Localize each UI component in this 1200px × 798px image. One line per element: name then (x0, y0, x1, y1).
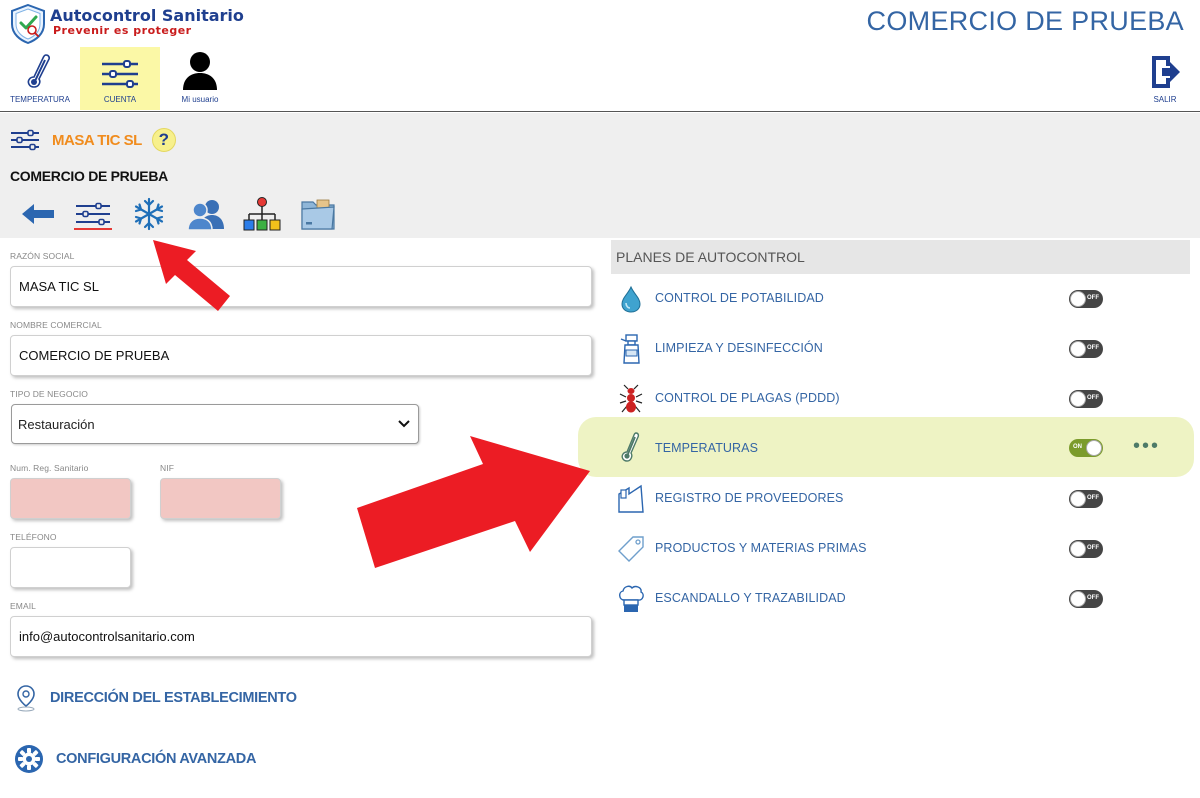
nif-label: NIF (160, 463, 174, 473)
plan-label: PRODUCTOS Y MATERIAS PRIMAS (655, 541, 867, 555)
plan-row-productos[interactable]: PRODUCTOS Y MATERIAS PRIMAS OFF (611, 524, 1190, 574)
thermometer-icon (615, 431, 647, 463)
gear-icon (15, 745, 43, 773)
account-band (0, 113, 1200, 238)
users-icon (187, 200, 224, 230)
chef-hat-icon (615, 583, 647, 615)
razon-social-label: RAZÓN SOCIAL (10, 251, 75, 261)
tipo-negocio-label: TIPO DE NEGOCIO (10, 389, 89, 399)
direccion-link[interactable]: DIRECCIÓN DEL ESTABLECIMIENTO (14, 684, 297, 712)
plan-label: ESCANDALLO Y TRAZABILIDAD (655, 591, 846, 605)
num-reg-sanitario-input[interactable] (10, 478, 131, 519)
nav-salir-button[interactable]: SALIR (1140, 47, 1190, 110)
back-arrow-icon (22, 204, 54, 224)
sliders-icon (102, 60, 138, 88)
general-settings-tab[interactable] (74, 196, 112, 232)
plan-row-proveedores[interactable]: REGISTRO DE PROVEEDORES OFF (611, 474, 1190, 524)
company-name: MASA TIC SL (52, 131, 142, 149)
ant-icon (615, 383, 647, 415)
snowflake-icon (134, 197, 164, 231)
plan-row-potabilidad[interactable]: CONTROL DE POTABILIDAD OFF (611, 274, 1190, 324)
nav-salir-label: SALIR (1153, 95, 1177, 104)
razon-social-input[interactable]: MASA TIC SL (10, 266, 592, 307)
chevron-down-icon (398, 420, 410, 428)
location-pin-icon (17, 685, 35, 712)
plan-label: CONTROL DE POTABILIDAD (655, 291, 824, 305)
plan-row-temperaturas[interactable]: TEMPERATURAS ON ••• (578, 417, 1194, 477)
configuracion-avanzada-link[interactable]: CONFIGURACIÓN AVANZADA (14, 744, 256, 774)
sliders-icon (76, 202, 110, 226)
telefono-label: TELÉFONO (10, 532, 57, 542)
help-button[interactable]: ? (151, 128, 176, 152)
plan-label: REGISTRO DE PROVEEDORES (655, 491, 844, 505)
thermometer-icon (27, 54, 50, 88)
plan-options-button[interactable]: ••• (1133, 436, 1160, 456)
factory-icon (615, 483, 647, 515)
shield-logo-icon (11, 4, 45, 44)
spray-bottle-icon (615, 333, 647, 365)
plan-label: TEMPERATURAS (655, 441, 759, 455)
num-reg-sanitario-label: Num. Reg. Sanitario (10, 463, 89, 473)
plan-toggle-off[interactable]: OFF (1069, 490, 1103, 508)
documents-tab[interactable] (298, 196, 338, 232)
plan-row-escandallo[interactable]: ESCANDALLO Y TRAZABILIDAD OFF (611, 574, 1190, 624)
nif-input[interactable] (160, 478, 281, 519)
planes-header: PLANES DE AUTOCONTROL (611, 240, 1190, 274)
direccion-link-label: DIRECCIÓN DEL ESTABLECIMIENTO (50, 690, 297, 706)
plan-toggle-off[interactable]: OFF (1069, 590, 1103, 608)
nav-cuenta-button[interactable]: CUENTA (80, 47, 160, 110)
tipo-negocio-value: Restauración (18, 416, 95, 432)
business-name: COMERCIO DE PRUEBA (10, 168, 168, 184)
tag-icon (615, 533, 647, 565)
user-icon (183, 52, 217, 90)
email-input[interactable]: info@autocontrolsanitario.com (10, 616, 592, 657)
account-breadcrumb: MASA TIC SL ? (10, 128, 176, 152)
brand-name: Autocontrol Sanitario (50, 6, 244, 25)
brand[interactable]: Autocontrol Sanitario Prevenir es proteg… (10, 4, 244, 44)
logout-icon (1152, 56, 1180, 88)
telefono-input[interactable] (10, 547, 131, 588)
nav-temperatura-button[interactable]: TEMPERATURA (8, 47, 72, 110)
brand-slogan: Prevenir es proteger (53, 24, 192, 37)
back-button[interactable] (18, 196, 58, 232)
plan-row-limpieza[interactable]: LIMPIEZA Y DESINFECCIÓN OFF (611, 324, 1190, 374)
app-root: Autocontrol Sanitario Prevenir es proteg… (0, 0, 1200, 798)
nav-temperatura-label: TEMPERATURA (10, 95, 70, 104)
plan-label: LIMPIEZA Y DESINFECCIÓN (655, 341, 823, 355)
tipo-negocio-select[interactable]: Restauración (11, 404, 419, 444)
nombre-comercial-label: NOMBRE COMERCIAL (10, 320, 102, 330)
nav-usuario-label: Mi usuario (181, 95, 219, 104)
organization-tab[interactable] (242, 196, 282, 232)
large-red-arrow-icon (357, 436, 590, 568)
water-drop-icon (615, 283, 647, 315)
active-tab-underline (74, 228, 112, 230)
plan-toggle-on[interactable]: ON (1069, 439, 1103, 457)
nav-cuenta-label: CUENTA (103, 95, 137, 104)
folder-icon (301, 199, 335, 230)
plan-toggle-off[interactable]: OFF (1069, 390, 1103, 408)
nav-usuario-button[interactable]: Mi usuario (168, 47, 232, 110)
nombre-comercial-input[interactable]: COMERCIO DE PRUEBA (10, 335, 592, 376)
plan-toggle-off[interactable]: OFF (1069, 540, 1103, 558)
sliders-icon (11, 129, 39, 151)
configuracion-avanzada-label: CONFIGURACIÓN AVANZADA (56, 751, 257, 767)
app-header: Autocontrol Sanitario Prevenir es proteg… (0, 0, 1200, 112)
plan-label: CONTROL DE PLAGAS (PDDD) (655, 391, 840, 405)
business-title: COMERCIO DE PRUEBA (866, 6, 1184, 36)
org-chart-icon (243, 197, 281, 231)
email-label: EMAIL (10, 601, 37, 611)
users-tab[interactable] (186, 196, 226, 232)
plan-toggle-off[interactable]: OFF (1069, 340, 1103, 358)
plan-toggle-off[interactable]: OFF (1069, 290, 1103, 308)
cold-rooms-tab[interactable] (130, 196, 168, 232)
